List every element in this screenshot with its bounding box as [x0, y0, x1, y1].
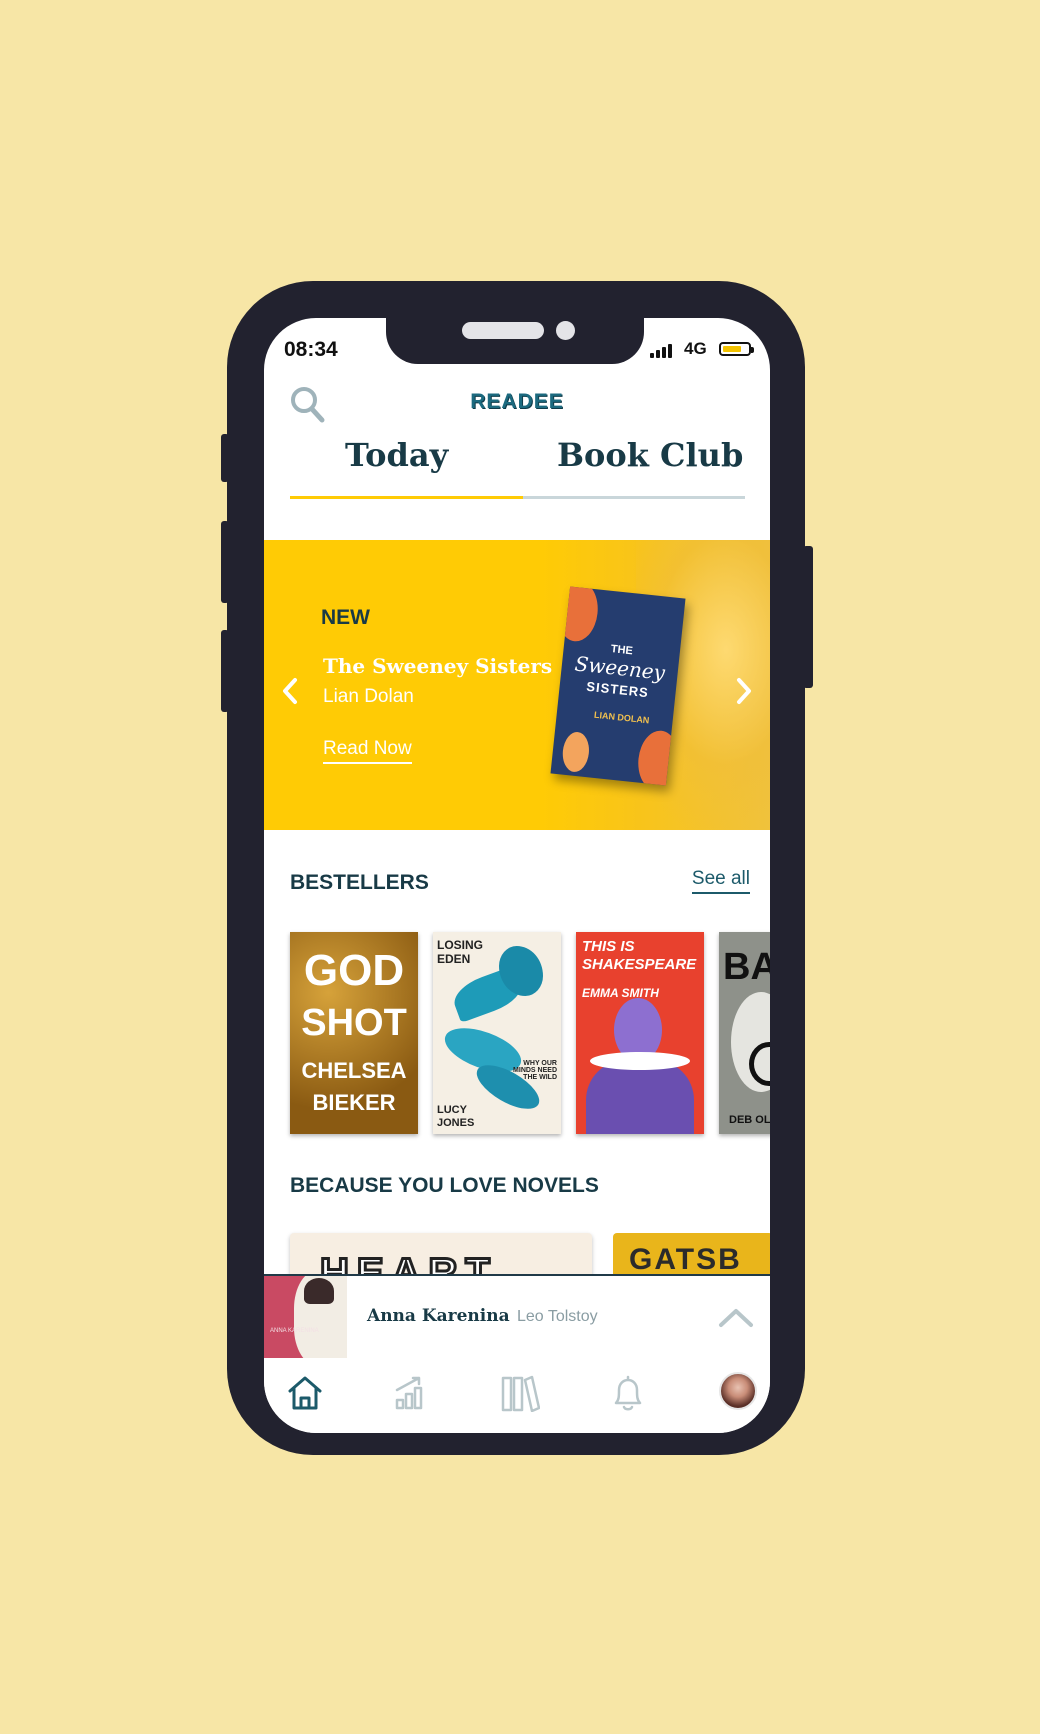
stats-icon[interactable]	[394, 1374, 424, 1417]
book-cover[interactable]: THIS IS SHAKESPEARE EMMA SMITH	[576, 932, 704, 1134]
bell-icon[interactable]	[611, 1374, 645, 1417]
cover-text: WHY OUR MINDS NEED THE WILD	[513, 1060, 557, 1081]
cover-text: THIS IS SHAKESPEARE	[582, 938, 697, 973]
hero-book-cover[interactable]: THE Sweeney SISTERS LIAN DOLAN	[550, 586, 686, 786]
portrait-art	[586, 1060, 694, 1134]
cover-art	[554, 586, 601, 644]
notch	[386, 318, 644, 364]
read-now-link[interactable]: Read Now	[323, 738, 412, 764]
app-screen: 08:34 4G READEE Today Book Club NEW The …	[264, 318, 770, 1433]
tab-book-club[interactable]: Book Club	[557, 436, 743, 474]
network-label: 4G	[684, 339, 707, 358]
section-title-bestsellers: BESTELLERS	[290, 871, 429, 894]
book-cover[interactable]: LOSING EDEN WHY OUR MINDS NEED THE WILD …	[433, 932, 561, 1134]
cover-text: ANNA KARENINA	[270, 1328, 319, 1334]
cover-text: LOSING EDEN	[437, 938, 484, 966]
cover-text: GATSB	[629, 1243, 742, 1276]
camera	[556, 321, 575, 340]
cover-text: LUCY JONES	[437, 1104, 475, 1129]
cover-text: CHELSEA	[301, 1058, 407, 1083]
portrait-art	[590, 1052, 690, 1070]
hero-title: The Sweeney Sisters	[323, 654, 553, 678]
chevron-left-icon[interactable]	[280, 676, 300, 711]
book-cover[interactable]: BA DEB OL	[719, 932, 770, 1134]
signal-icon	[650, 344, 672, 358]
bottom-nav	[264, 1358, 770, 1433]
chevron-up-icon[interactable]	[718, 1306, 754, 1333]
chevron-right-icon[interactable]	[734, 676, 754, 711]
profile-avatar[interactable]	[719, 1372, 757, 1410]
see-all-link[interactable]: See all	[691, 868, 750, 894]
tab-track	[523, 496, 745, 499]
cover-text: BIEKER	[312, 1090, 396, 1115]
hero-author: Lian Dolan	[323, 686, 414, 707]
tab-today[interactable]: Today	[345, 436, 448, 474]
now-reading-bar[interactable]: ANNA KARENINA Anna Karenina Leo Tolstoy	[264, 1274, 770, 1359]
hero-banner[interactable]: NEW The Sweeney Sisters Lian Dolan Read …	[264, 540, 770, 830]
battery-icon	[719, 342, 754, 356]
cover-text: SHOT	[301, 1002, 407, 1044]
cover-art	[560, 730, 591, 774]
home-icon[interactable]	[286, 1374, 324, 1417]
book-cover[interactable]: GOD SHOT CHELSEA BIEKER	[290, 932, 418, 1134]
tab-today-indicator	[290, 496, 523, 499]
now-reading-cover: ANNA KARENINA	[264, 1276, 347, 1358]
cover-text: GOD	[303, 946, 405, 995]
library-icon[interactable]	[500, 1374, 541, 1417]
now-reading-author: Leo Tolstoy	[517, 1308, 598, 1325]
cover-text: LIAN DOLAN	[593, 709, 650, 726]
now-reading-title: Anna Karenina	[367, 1306, 510, 1326]
section-title-novels: BECAUSE YOU LOVE NOVELS	[290, 1174, 599, 1197]
hero-badge: NEW	[321, 606, 370, 629]
status-time: 08:34	[284, 338, 338, 361]
cover-text: DEB OL	[729, 1114, 770, 1126]
brand-logo: READEE	[470, 390, 564, 413]
portrait-art	[304, 1278, 334, 1304]
speaker	[462, 322, 544, 339]
cover-text: BA	[723, 946, 770, 988]
